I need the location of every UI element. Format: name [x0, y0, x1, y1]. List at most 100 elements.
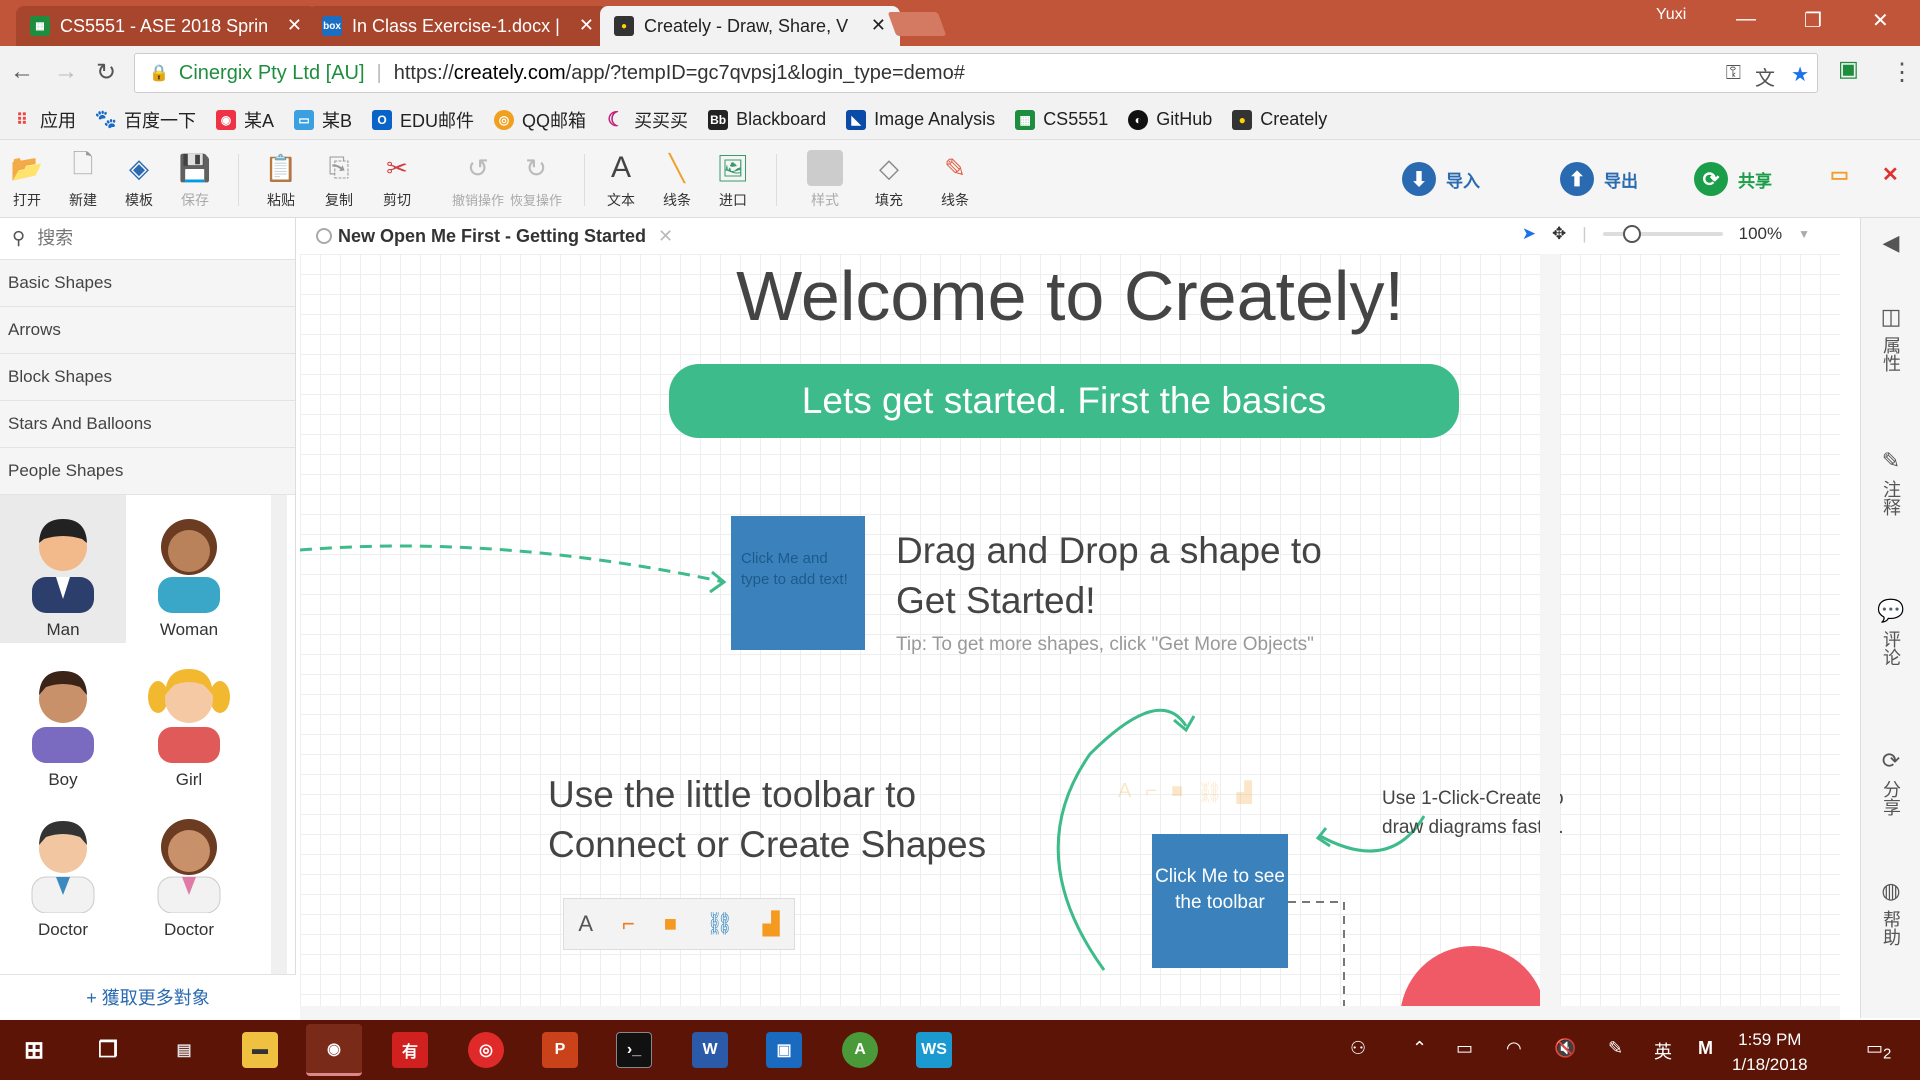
rail-share[interactable]: ⟳ 分享: [1861, 748, 1920, 816]
get-more-objects-button[interactable]: + 獲取更多對象: [0, 974, 296, 1018]
close-window-icon[interactable]: ✕: [1872, 8, 1889, 33]
bookmark-baidu[interactable]: 🐾 百度一下: [95, 107, 196, 133]
chrome-icon[interactable]: ◉: [306, 1024, 362, 1076]
webstorm-icon[interactable]: WS: [916, 1032, 952, 1068]
restore-icon[interactable]: ❐: [1804, 8, 1822, 33]
zoom-knob[interactable]: [1622, 225, 1641, 243]
site-identity[interactable]: Cinergix Pty Ltd [AU]: [179, 62, 365, 85]
new-tab-button[interactable]: [887, 12, 947, 36]
android-studio-icon[interactable]: A: [842, 1032, 878, 1068]
app-icon[interactable]: ▤: [166, 1032, 202, 1068]
pointer-icon[interactable]: ➤: [1522, 224, 1536, 244]
line-button[interactable]: ╲ 线条: [652, 150, 702, 210]
pen-icon[interactable]: ✎: [1608, 1038, 1623, 1059]
import-button[interactable]: ⬇ 导入: [1402, 162, 1480, 196]
menu-icon[interactable]: ⋮: [1890, 58, 1914, 87]
bookmark-cs5551[interactable]: ▦ CS5551: [1015, 109, 1108, 130]
chat-icon[interactable]: ▭: [1830, 162, 1849, 187]
terminal-icon[interactable]: ›_: [616, 1032, 652, 1068]
shape-girl[interactable]: Girl: [126, 645, 252, 793]
app-store-icon[interactable]: ▣: [766, 1032, 802, 1068]
sample-shape-box[interactable]: Click Me and type to add text!: [731, 516, 865, 650]
shape-boy[interactable]: Boy: [0, 645, 126, 793]
bookmark-image-analysis[interactable]: ◣ Image Analysis: [846, 109, 995, 130]
pan-icon[interactable]: ✥: [1552, 224, 1566, 244]
share-button[interactable]: ⟳ 共享: [1694, 162, 1772, 196]
bookmark-github[interactable]: ◐ GitHub: [1128, 109, 1212, 130]
profile-name[interactable]: Yuxi: [1656, 6, 1686, 24]
battery-icon[interactable]: ▭: [1456, 1038, 1473, 1059]
wifi-icon[interactable]: ◠: [1506, 1038, 1522, 1059]
toolbar-demo-box[interactable]: Click Me to see the toolbar: [1152, 834, 1288, 968]
bookmark-creately[interactable]: ● Creately: [1232, 109, 1327, 130]
category-people-shapes[interactable]: People Shapes: [0, 448, 295, 495]
browser-tab-box[interactable]: box In Class Exercise-1.docx | ✕: [308, 6, 608, 46]
category-block-shapes[interactable]: Block Shapes: [0, 354, 295, 401]
shape-doctor-male[interactable]: Doctor: [0, 795, 126, 943]
extension-icon[interactable]: ▣: [1838, 56, 1859, 82]
input-method[interactable]: 英: [1654, 1038, 1672, 1064]
canvas-horizontal-scrollbar[interactable]: [300, 1006, 1840, 1020]
bookmark-b[interactable]: ▭ 某B: [294, 107, 352, 133]
close-tab-icon[interactable]: ✕: [287, 15, 302, 36]
browser-tab-sheets[interactable]: ▦ CS5551 - ASE 2018 Sprin ✕: [16, 6, 316, 46]
category-stars-balloons[interactable]: Stars And Balloons: [0, 401, 295, 448]
templates-button[interactable]: ◈ 模板: [114, 150, 164, 210]
rail-comments[interactable]: 💬 评论: [1861, 598, 1920, 666]
text-button[interactable]: A 文本: [596, 150, 646, 210]
shape-search-input[interactable]: [37, 228, 258, 249]
bookmark-a[interactable]: ◉ 某A: [216, 107, 274, 133]
fill-button[interactable]: ◇ 填充: [864, 150, 914, 210]
word-icon[interactable]: W: [692, 1032, 728, 1068]
netease-music-icon[interactable]: ◎: [468, 1032, 504, 1068]
key-icon[interactable]: ⚿: [1726, 62, 1741, 85]
notifications-icon[interactable]: ▭2: [1866, 1038, 1891, 1063]
chevron-down-icon[interactable]: ▼: [1798, 227, 1810, 241]
diagram-canvas[interactable]: Welcome to Creately! Lets get started. F…: [300, 254, 1840, 1006]
minimize-icon[interactable]: —: [1736, 8, 1756, 31]
document-tab[interactable]: New Open Me First - Getting Started ✕: [316, 226, 673, 247]
shape-man[interactable]: Man: [0, 495, 126, 643]
people-icon[interactable]: ⚇: [1350, 1038, 1366, 1059]
dashed-connector[interactable]: [1288, 901, 1345, 1006]
style-button[interactable]: 样式: [800, 150, 850, 210]
dashed-connector[interactable]: [300, 544, 725, 584]
powerpoint-icon[interactable]: P: [542, 1032, 578, 1068]
save-button[interactable]: 💾 保存: [170, 150, 220, 210]
copy-button[interactable]: ⎘ 复制: [314, 150, 364, 210]
collapse-panel-button[interactable]: ◀: [1861, 230, 1920, 262]
chevron-up-icon[interactable]: ⌃: [1412, 1038, 1427, 1059]
cut-button[interactable]: ✂ 剪切: [372, 150, 422, 210]
shapes-scrollbar[interactable]: [271, 495, 287, 975]
windows-start-icon[interactable]: ⊞: [16, 1032, 52, 1068]
back-icon[interactable]: ←: [10, 58, 34, 86]
bookmark-apps[interactable]: ⠿ 应用: [12, 107, 76, 133]
line-style-button[interactable]: ✎ 线条: [930, 150, 980, 210]
task-view-icon[interactable]: ❐: [90, 1032, 126, 1068]
close-app-icon[interactable]: ✕: [1882, 162, 1899, 187]
import-image-button[interactable]: 🖼 进口: [708, 150, 758, 210]
category-arrows[interactable]: Arrows: [0, 307, 295, 354]
bookmark-blackboard[interactable]: Bb Blackboard: [708, 109, 826, 130]
bookmark-shopping[interactable]: ☾ 买买买: [606, 107, 688, 133]
reload-icon[interactable]: ↻: [96, 58, 116, 87]
forward-icon[interactable]: →: [54, 58, 78, 86]
paste-button[interactable]: 📋 粘贴: [256, 150, 306, 210]
translate-icon[interactable]: 文: [1755, 62, 1775, 91]
redo-button[interactable]: ↻ 恢复操作: [508, 150, 564, 209]
bookmark-qq-mail[interactable]: ◎ QQ邮箱: [494, 107, 586, 133]
close-document-icon[interactable]: ✕: [658, 226, 673, 247]
url-input[interactable]: 🔒 Cinergix Pty Ltd [AU] | https://create…: [134, 53, 1818, 93]
zoom-level[interactable]: 100%: [1739, 224, 1782, 244]
shape-doctor-female[interactable]: Doctor: [126, 795, 252, 943]
rail-notes[interactable]: ✎ 注释: [1861, 448, 1920, 516]
rail-help[interactable]: ◍ 帮助: [1861, 878, 1920, 946]
canvas-vertical-scrollbar[interactable]: [1540, 254, 1560, 1006]
new-button[interactable]: 🗋 新建: [58, 149, 108, 210]
m-icon[interactable]: M: [1698, 1038, 1713, 1059]
file-explorer-icon[interactable]: ▬: [242, 1032, 278, 1068]
export-button[interactable]: ⬆ 导出: [1560, 162, 1638, 196]
open-button[interactable]: 📂 打开: [2, 150, 52, 210]
close-tab-icon[interactable]: ✕: [579, 15, 594, 36]
zoom-slider[interactable]: [1602, 225, 1723, 243]
